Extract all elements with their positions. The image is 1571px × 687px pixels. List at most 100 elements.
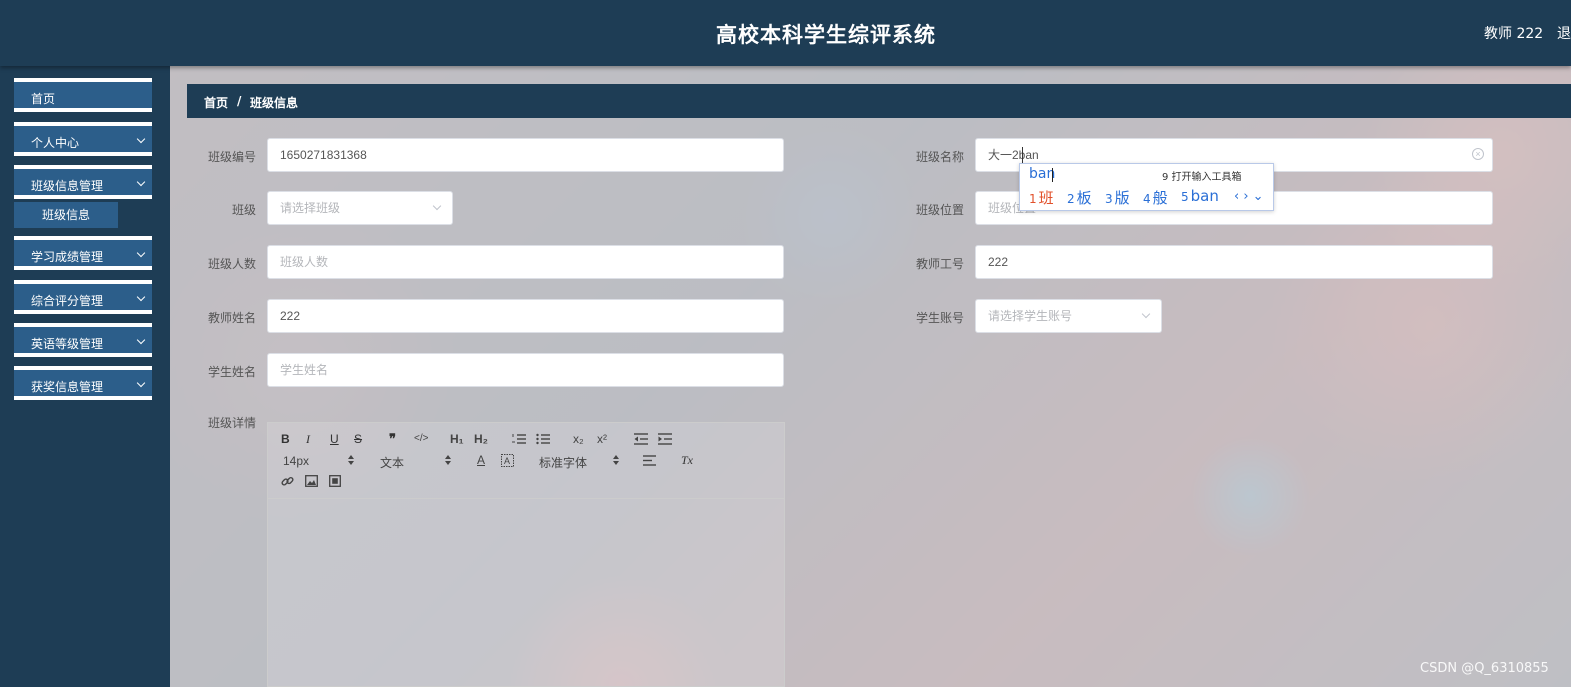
class-name-label: 班级名称 xyxy=(916,150,965,164)
ime-candidate-text: ban xyxy=(1190,187,1219,205)
breadcrumb-current: 班级信息 xyxy=(250,96,299,110)
ime-candidate[interactable]: 4般 xyxy=(1143,187,1168,208)
format-arrows-icon xyxy=(445,455,451,465)
class-size-field[interactable]: 班级人数 xyxy=(267,245,784,279)
ime-candidate-number: 4 xyxy=(1143,192,1151,206)
ime-candidate-popup: ban 9 打开输入工具箱 1班 2板 3版 4般 5 ban ‹ › ⌄ xyxy=(1019,163,1274,211)
sidebar-item-label: 个人中心 xyxy=(31,136,80,150)
sidebar-item-label: 英语等级管理 xyxy=(31,337,104,351)
sidebar-item-label: 综合评分管理 xyxy=(31,294,104,308)
ime-candidate-text: 板 xyxy=(1076,189,1092,207)
clean-format-button[interactable]: Tx xyxy=(681,453,693,468)
h2-button[interactable]: H₂ xyxy=(474,432,488,446)
text-color-button[interactable]: A xyxy=(477,453,485,467)
sidebar-item-personal-center[interactable]: 个人中心 xyxy=(14,122,152,156)
ime-candidate-number: 1 xyxy=(1029,192,1037,206)
student-name-field[interactable]: 学生姓名 xyxy=(267,353,784,387)
ime-candidate[interactable]: 2板 xyxy=(1067,187,1092,208)
class-label: 班级 xyxy=(232,203,257,217)
student-account-placeholder: 请选择学生账号 xyxy=(988,309,1073,323)
font-family-select[interactable]: 标准字体 xyxy=(539,454,587,471)
sidebar-item-label: 班级信息管理 xyxy=(31,179,104,193)
link-icon[interactable] xyxy=(281,475,294,488)
class-select-placeholder: 请选择班级 xyxy=(280,201,341,215)
align-icon[interactable] xyxy=(643,455,656,466)
ime-candidate-number: 2 xyxy=(1067,192,1075,206)
teacher-id-field[interactable]: 222 xyxy=(975,245,1493,279)
h1-button[interactable]: H₁ xyxy=(450,432,464,446)
chevron-down-icon xyxy=(1141,309,1151,319)
italic-button[interactable]: I xyxy=(306,432,310,447)
image-icon[interactable] xyxy=(305,475,318,487)
ime-candidate[interactable]: 1班 xyxy=(1029,187,1054,208)
main-content: 首页 / 班级信息 班级编号 1650271831368 班级名称 大一2ban… xyxy=(170,66,1571,687)
user-info[interactable]: 教师 222 xyxy=(1484,23,1543,43)
sidebar-item-grades-mgmt[interactable]: 学习成绩管理 xyxy=(14,236,152,270)
student-account-select[interactable]: 请选择学生账号 xyxy=(975,299,1162,333)
class-size-label: 班级人数 xyxy=(208,257,257,271)
class-location-label: 班级位置 xyxy=(916,203,965,217)
strike-button[interactable]: S xyxy=(354,432,362,446)
sidebar-item-label: 首页 xyxy=(31,92,56,106)
sidebar-item-class-info-mgmt[interactable]: 班级信息管理 xyxy=(14,165,152,199)
chevron-down-icon xyxy=(136,248,146,258)
background-color-icon[interactable]: A xyxy=(501,454,514,467)
superscript-button[interactable]: x² xyxy=(597,432,607,446)
ime-candidate-text: 班 xyxy=(1038,189,1054,207)
class-details-label: 班级详情 xyxy=(208,416,257,430)
rich-text-editor: B I U S ❞ </> H₁ H₂ x₂ x² 14px 文本 A A 标准… xyxy=(267,422,785,687)
sidebar-item-evaluation-mgmt[interactable]: 综合评分管理 xyxy=(14,280,152,314)
bullet-list-icon[interactable] xyxy=(536,433,550,445)
quote-button[interactable]: ❞ xyxy=(389,431,396,447)
chevron-down-icon xyxy=(136,177,146,187)
ime-candidate-text: 般 xyxy=(1152,189,1168,207)
outdent-icon[interactable] xyxy=(634,433,648,445)
teacher-name-label: 教师姓名 xyxy=(208,311,257,325)
class-no-field[interactable]: 1650271831368 xyxy=(267,138,784,172)
breadcrumb: 首页 / 班级信息 xyxy=(187,84,1571,118)
ime-candidate-number: 5 xyxy=(1181,190,1189,204)
code-button[interactable]: </> xyxy=(414,433,428,444)
breadcrumb-separator: / xyxy=(237,94,242,108)
teacher-id-label: 教师工号 xyxy=(916,257,965,271)
editor-toolbar: B I U S ❞ </> H₁ H₂ x₂ x² 14px 文本 A A 标准… xyxy=(268,423,784,499)
sidebar-item-home[interactable]: 首页 xyxy=(14,78,152,112)
teacher-name-field[interactable]: 222 xyxy=(267,299,784,333)
font-family-arrows-icon xyxy=(613,455,619,465)
text-cursor xyxy=(1022,147,1023,163)
video-icon[interactable] xyxy=(329,475,341,487)
ime-toolbox-link[interactable]: 9 打开输入工具箱 xyxy=(1162,168,1242,183)
sidebar-item-awards-mgmt[interactable]: 获奖信息管理 xyxy=(14,366,152,400)
font-size-select[interactable]: 14px xyxy=(283,454,309,468)
chevron-down-icon xyxy=(136,292,146,302)
class-select[interactable]: 请选择班级 xyxy=(267,191,453,225)
top-header: 高校本科学生综评系统 教师 222 退 xyxy=(0,0,1571,66)
ime-page-arrows[interactable]: ‹ › ⌄ xyxy=(1234,189,1264,204)
ordered-list-icon[interactable] xyxy=(512,433,526,445)
watermark: CSDN @Q_6310855 xyxy=(1420,661,1549,676)
chevron-down-icon xyxy=(432,201,442,211)
ime-caret xyxy=(1052,168,1053,182)
class-no-label: 班级编号 xyxy=(208,150,257,164)
ime-candidate-number: 3 xyxy=(1105,192,1113,206)
app-title: 高校本科学生综评系统 xyxy=(716,23,936,47)
chevron-down-icon xyxy=(136,335,146,345)
ime-candidate[interactable]: 3版 xyxy=(1105,187,1130,208)
student-account-label: 学生账号 xyxy=(916,311,965,325)
ime-candidate[interactable]: 5 ban xyxy=(1181,187,1219,205)
ime-candidate-text: 版 xyxy=(1114,189,1130,207)
sidebar-item-label: 学习成绩管理 xyxy=(31,250,104,264)
chevron-down-icon xyxy=(136,134,146,144)
svg-text:A: A xyxy=(504,456,510,466)
breadcrumb-home[interactable]: 首页 xyxy=(204,94,228,111)
subscript-button[interactable]: x₂ xyxy=(573,432,584,446)
indent-icon[interactable] xyxy=(658,433,672,445)
bold-button[interactable]: B xyxy=(281,432,290,446)
chevron-down-icon xyxy=(136,378,146,388)
underline-button[interactable]: U xyxy=(330,432,339,446)
sidebar-item-english-level-mgmt[interactable]: 英语等级管理 xyxy=(14,323,152,357)
sidebar-subitem-class-info[interactable]: 班级信息 xyxy=(14,202,118,228)
logout-link[interactable]: 退 xyxy=(1557,23,1571,43)
clear-icon[interactable]: × xyxy=(1472,148,1484,160)
format-select[interactable]: 文本 xyxy=(380,454,404,471)
